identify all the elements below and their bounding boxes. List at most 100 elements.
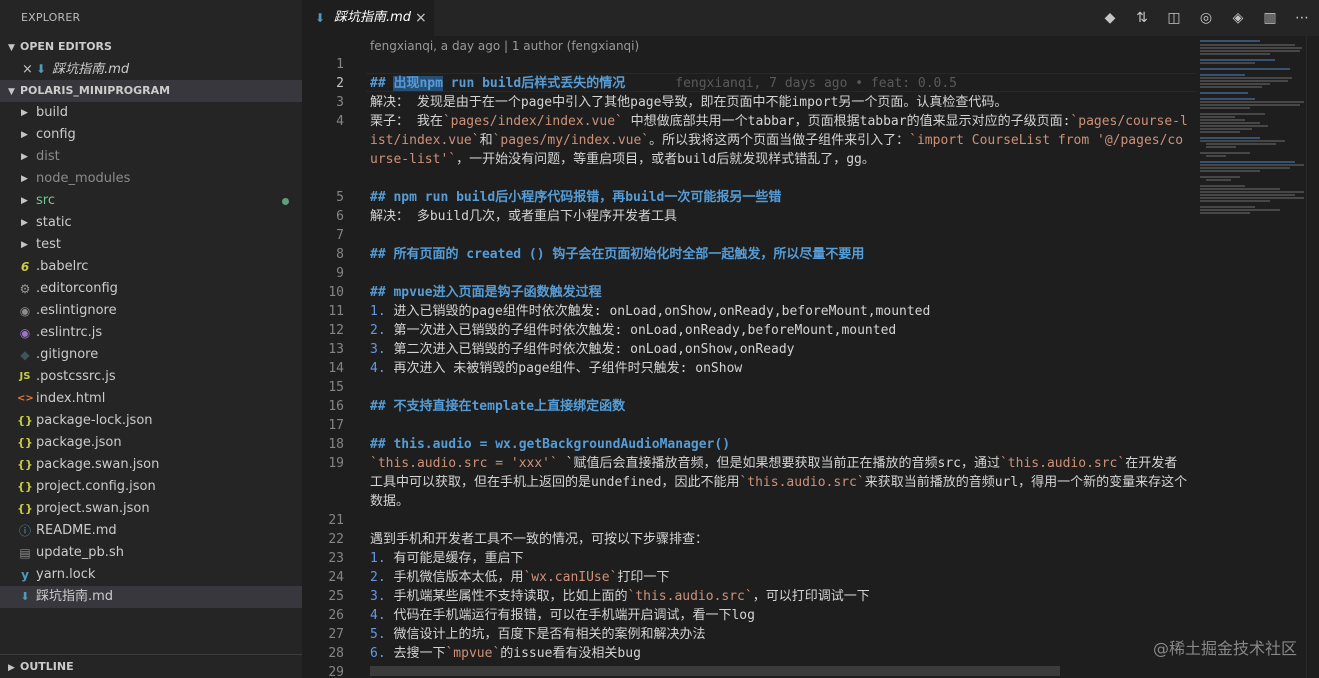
code-line-17[interactable]: ## 不支持直接在template上直接绑定函数 bbox=[370, 397, 1190, 416]
code-line-27[interactable]: 5. 微信设计上的坑，百度下是否有相关的案例和解决办法 bbox=[370, 625, 1190, 644]
open-changes-icon[interactable]: ⇅ bbox=[1132, 8, 1152, 28]
code-line-13[interactable]: 2. 第一次进入已销毁的子组件时依次触发: onLoad,onReady,bef… bbox=[370, 321, 1190, 340]
minimap-line bbox=[1200, 185, 1245, 187]
tree-file-project-swan[interactable]: {} project.swan.json bbox=[0, 498, 302, 520]
open-editor-item[interactable]: × ⬇ 踩坑指南.md bbox=[0, 58, 302, 80]
eslint-icon: ◉ bbox=[19, 326, 31, 340]
git-blame-annotation: fengxianqi, 7 days ago • feat: 0.0.5 bbox=[675, 76, 958, 91]
markdown-icon: ⬇ bbox=[315, 11, 326, 25]
minimap-line bbox=[1200, 164, 1304, 166]
code-line-24[interactable]: 2. 手机微信版本太低，用`wx.canIUse`打印一下 bbox=[370, 568, 1190, 587]
code-line-23[interactable]: 1. 有可能是缓存，重启下 bbox=[370, 549, 1190, 568]
open-editors-label: OPEN EDITORS bbox=[20, 40, 112, 53]
minimap-line bbox=[1200, 104, 1300, 106]
tree-file-package-lock[interactable]: {} package-lock.json bbox=[0, 410, 302, 432]
close-icon[interactable]: × bbox=[415, 0, 427, 36]
tree-folder-static[interactable]: ▶ static bbox=[0, 212, 302, 234]
tree-item-label: project.config.json bbox=[36, 479, 156, 494]
open-preview-icon[interactable]: ◎ bbox=[1196, 8, 1216, 28]
tree-folder-src[interactable]: ▶ src bbox=[0, 190, 302, 212]
split-editor-icon[interactable]: ▥ bbox=[1260, 8, 1280, 28]
minimap[interactable] bbox=[1196, 36, 1306, 678]
tree-file-eslintignore[interactable]: ◉ .eslintignore bbox=[0, 300, 302, 322]
minimap-line bbox=[1200, 101, 1304, 103]
tree-file-readme[interactable]: ⓘ README.md bbox=[0, 520, 302, 542]
minimap-line bbox=[1200, 212, 1250, 214]
tree-file-yarn-lock[interactable]: y yarn.lock bbox=[0, 564, 302, 586]
tree-item-label: package.swan.json bbox=[36, 457, 160, 472]
tree-file-package-swan[interactable]: {} package.swan.json bbox=[0, 454, 302, 476]
eslint-icon: ◉ bbox=[19, 304, 31, 318]
minimap-line bbox=[1200, 50, 1300, 52]
tree-file-gitignore[interactable]: ◆ .gitignore bbox=[0, 344, 302, 366]
minimap-line bbox=[1206, 155, 1226, 157]
tree-item-label: .gitignore bbox=[36, 347, 99, 362]
open-editors-header[interactable]: ▼ OPEN EDITORS bbox=[0, 36, 302, 58]
javascript-icon: JS bbox=[19, 371, 31, 382]
git-compare-icon[interactable]: ◆ bbox=[1100, 8, 1120, 28]
tree-folder-config[interactable]: ▶ config bbox=[0, 124, 302, 146]
code-line-12[interactable]: 1. 进入已销毁的page组件时依次触发: onLoad,onShow,onRe… bbox=[370, 302, 1190, 321]
tree-file-package-json[interactable]: {} package.json bbox=[0, 432, 302, 454]
line-number: 6 bbox=[336, 209, 344, 224]
tree-folder-test[interactable]: ▶ test bbox=[0, 234, 302, 256]
inline-code: `this.audio.src = 'xxx'` bbox=[370, 456, 558, 471]
tree-file-update-pb[interactable]: ▤ update_pb.sh bbox=[0, 542, 302, 564]
tree-item-label: README.md bbox=[36, 523, 117, 538]
text-span: 打印一下 bbox=[617, 570, 670, 585]
code-line-20[interactable]: `this.audio.src = 'xxx'` `赋值后会直接播放音频，但是如… bbox=[370, 454, 1190, 511]
editor-area[interactable]: fengxianqi, a day ago | 1 author (fengxi… bbox=[302, 36, 1196, 678]
text-span: 微信设计上的坑，百度下是否有相关的案例和解决办法 bbox=[385, 627, 706, 642]
tree-file-eslintrc[interactable]: ◉ .eslintrc.js bbox=[0, 322, 302, 344]
code-line-28[interactable]: 6. 去搜一下`mpvue`的issue看有没相关bug bbox=[370, 644, 1190, 663]
vertical-scrollbar[interactable] bbox=[1306, 36, 1319, 678]
project-header[interactable]: ▼ POLARIS_MINIPROGRAM bbox=[0, 80, 302, 102]
minimap-line bbox=[1206, 143, 1276, 145]
minimap-line bbox=[1200, 161, 1295, 163]
code-line-11[interactable]: ## mpvue进入页面是钩子函数触发过程 bbox=[370, 283, 1190, 302]
tree-file-index-html[interactable]: <> index.html bbox=[0, 388, 302, 410]
code-line-2[interactable]: ## 出现npm run build后样式丢失的情况 fengxianqi, 7 … bbox=[370, 74, 1190, 93]
tree-folder-dist[interactable]: ▶ dist bbox=[0, 146, 302, 168]
minimap-line bbox=[1206, 179, 1231, 181]
tree-file-postcssrc[interactable]: JS .postcssrc.js bbox=[0, 366, 302, 388]
list-number: 1. bbox=[370, 551, 386, 566]
line-number: 29 bbox=[328, 665, 344, 678]
code-line-4[interactable]: 栗子： 我在`pages/index/index.vue` 中想做底部共用一个t… bbox=[370, 112, 1190, 169]
codelens-authors[interactable]: fengxianqi, a day ago | 1 author (fengxi… bbox=[370, 39, 639, 53]
code-line-3[interactable]: 解决： 发现是由于在一个page中引入了其他page导致，即在页面中不能impo… bbox=[370, 93, 1190, 112]
list-number: 3. bbox=[370, 342, 386, 357]
text-span: 有可能是缓存，重启下 bbox=[385, 551, 524, 566]
inline-code: `this.audio.src` bbox=[627, 589, 753, 604]
code-line-9[interactable]: ## 所有页面的 created () 钩子会在页面初始化时全部一起触发，所以尽… bbox=[370, 245, 1190, 264]
outline-header[interactable]: ▶ OUTLINE bbox=[0, 654, 302, 678]
code-line-6[interactable]: ## npm run build后小程序代码报错，再build一次可能报另一些错 bbox=[370, 188, 1190, 207]
git-lens-icon[interactable]: ◈ bbox=[1228, 8, 1248, 28]
more-actions-icon[interactable]: ⋯ bbox=[1292, 8, 1312, 28]
tab-label: 踩坑指南.md bbox=[334, 10, 412, 25]
tree-folder-node-modules[interactable]: ▶ node_modules bbox=[0, 168, 302, 190]
code-line-7[interactable]: 解决： 多build几次，或者重启下小程序开发者工具 bbox=[370, 207, 1190, 226]
code-line-15[interactable]: 4. 再次进入 未被销毁的page组件、子组件时只触发: onShow bbox=[370, 359, 1190, 378]
code-line-19[interactable]: ## this.audio = wx.getBackgroundAudioMan… bbox=[370, 435, 1190, 454]
tree-file-editorconfig[interactable]: ⚙ .editorconfig bbox=[0, 278, 302, 300]
code-line-14[interactable]: 3. 第二次进入已销毁的子组件时依次触发: onLoad,onShow,onRe… bbox=[370, 340, 1190, 359]
tree-file-project-config[interactable]: {} project.config.json bbox=[0, 476, 302, 498]
chevron-right-icon: ▶ bbox=[21, 196, 28, 206]
tree-folder-build[interactable]: ▶ build bbox=[0, 102, 302, 124]
close-icon[interactable]: × bbox=[22, 59, 36, 81]
code-line-22[interactable]: 遇到手机和开发者工具不一致的情况，可按以下步骤排查： bbox=[370, 530, 1190, 549]
code-line-26[interactable]: 4. 代码在手机端运行有报错，可以在手机端开启调试，看一下log bbox=[370, 606, 1190, 625]
tab-guide-md[interactable]: ⬇ 踩坑指南.md × bbox=[302, 0, 434, 36]
minimap-line bbox=[1200, 59, 1275, 61]
horizontal-scrollbar[interactable] bbox=[370, 666, 1060, 676]
code-line-25[interactable]: 3. 手机端某些属性不支持读取，比如上面的`this.audio.src`，可以… bbox=[370, 587, 1190, 606]
preview-split-icon[interactable]: ◫ bbox=[1164, 8, 1184, 28]
inline-code: `this.audio.src` bbox=[999, 456, 1126, 471]
tree-file-babelrc[interactable]: 6 .babelrc bbox=[0, 256, 302, 278]
tree-item-label: package.json bbox=[36, 435, 122, 450]
tree-file-guide-md[interactable]: ⬇ 踩坑指南.md bbox=[0, 586, 302, 608]
chevron-down-icon: ▼ bbox=[8, 43, 15, 53]
list-number: 1. bbox=[370, 304, 386, 319]
text-span: `赋值后会直接播放音频，但是如果想要获取当前正在播放的音频src，通过 bbox=[557, 456, 1000, 471]
